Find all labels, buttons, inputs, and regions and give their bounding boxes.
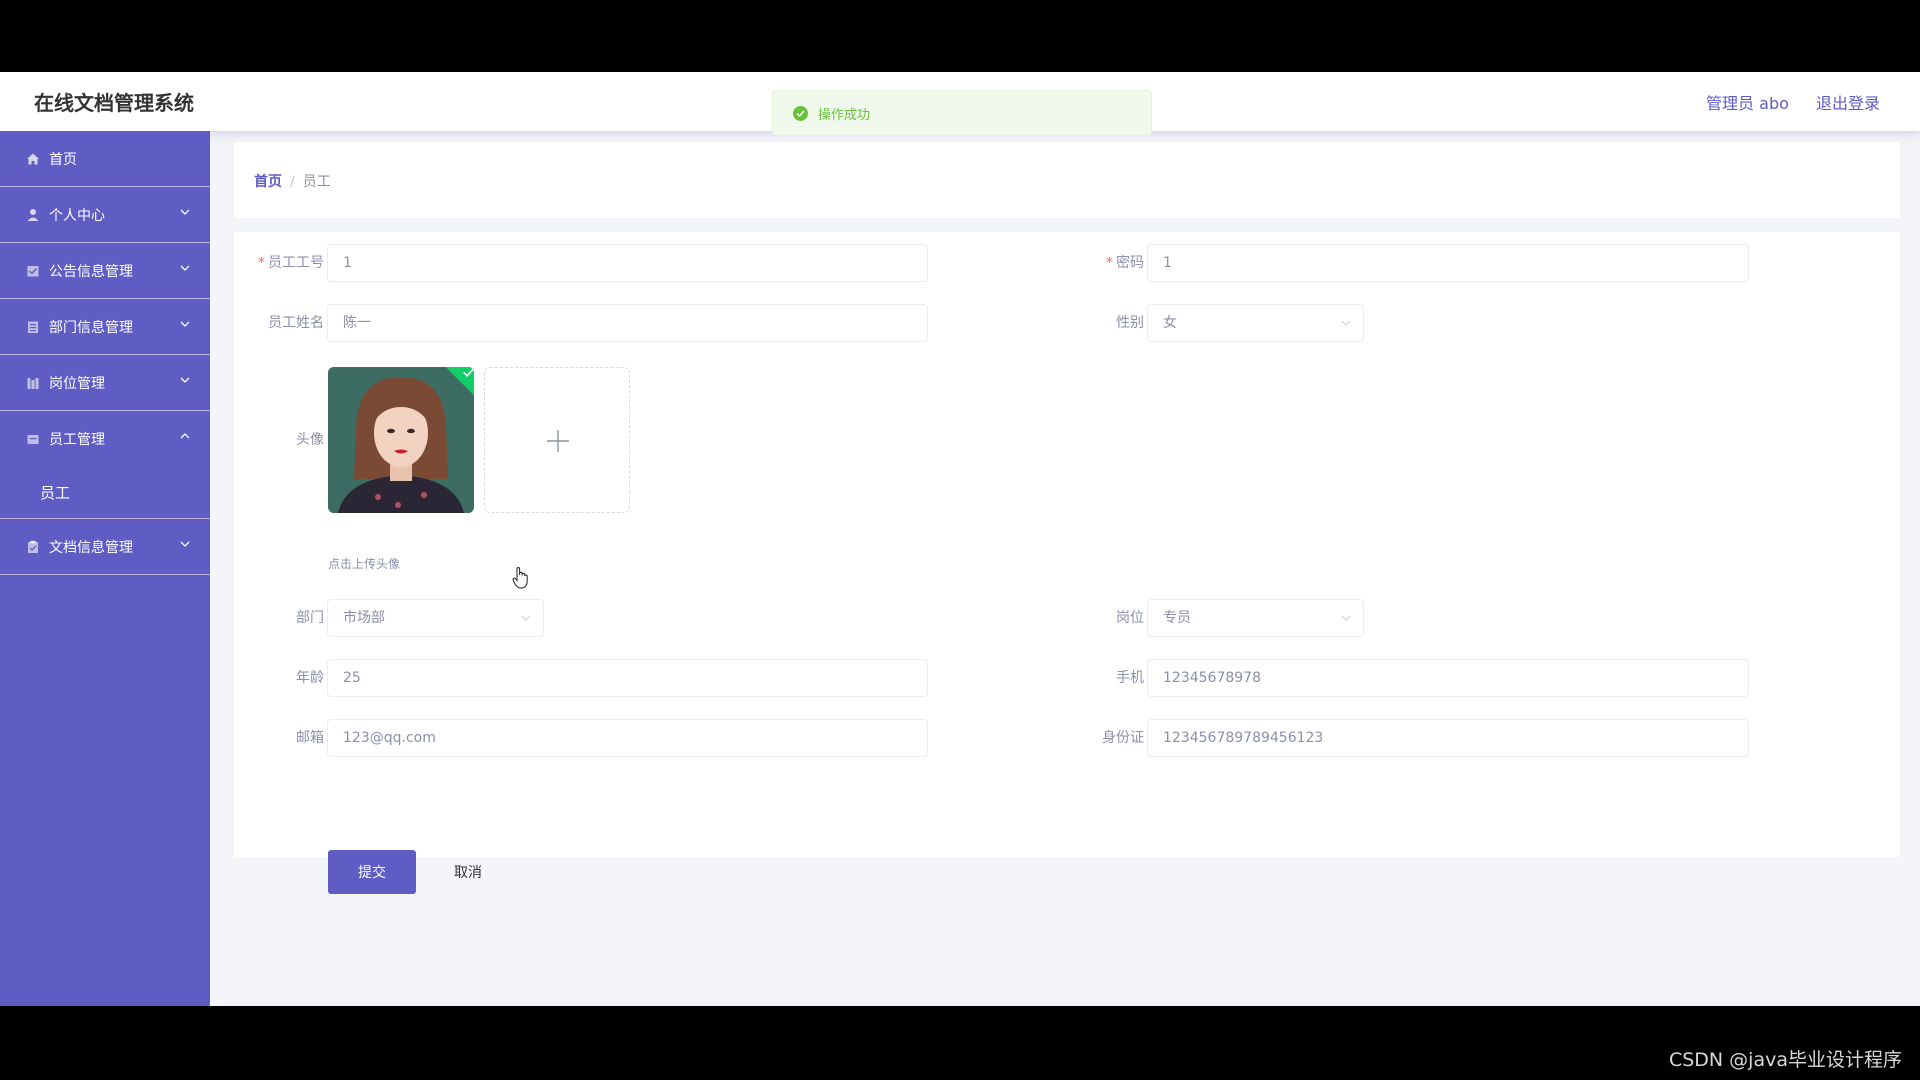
age-input[interactable]: 25 [327,659,928,697]
breadcrumb-home[interactable]: 首页 [254,174,282,190]
letterbox-top [0,0,1920,72]
success-check-icon [793,105,808,121]
chevron-down-icon [180,321,190,327]
sidebar-item-home[interactable]: 首页 [0,131,210,187]
gender-select[interactable]: 女 [1147,304,1364,342]
sidebar-subitem-label: 员工 [40,484,71,502]
department-label: 部门 [296,610,324,626]
logout-link[interactable]: 退出登录 [1816,94,1880,113]
user-icon [27,208,39,221]
position-label: 岗位 [1116,610,1144,626]
sidebar-item-employee-management[interactable]: 员工管理 [0,411,210,467]
toast-message: 操作成功 [818,107,871,123]
sidebar-item-notice-management[interactable]: 公告信息管理 [0,243,210,299]
sidebar-item-label: 部门信息管理 [49,319,133,336]
submit-button[interactable]: 提交 [328,850,416,894]
watermark: CSDN @java毕业设计程序 [1668,1049,1902,1071]
phone-label: 手机 [1116,670,1144,686]
success-toast: 操作成功 [772,90,1152,136]
gender-select-value: 女 [1163,315,1177,331]
phone-input[interactable]: 12345678978 [1147,659,1749,697]
app-title: 在线文档管理系统 [34,91,194,115]
plus-icon [547,430,569,452]
employee-icon [27,435,39,444]
check-icon [463,368,474,377]
email-label: 邮箱 [296,730,324,746]
sidebar-item-label: 文档信息管理 [49,539,133,556]
avatar-photo [328,367,474,513]
department-select[interactable]: 市场部 [327,599,544,637]
avatar-upload-tip: 点击上传头像 [328,557,401,571]
chevron-down-icon [180,265,190,271]
email-input[interactable]: 123@qq.com [327,719,928,757]
breadcrumb: 首页 / 员工 [254,171,331,191]
sidebar-subitem-employee[interactable]: 员工 [0,467,210,519]
password-label: * 密码 [1106,255,1144,271]
hand-cursor-icon [512,566,528,589]
employee-no-label: * 员工工号 [258,255,324,271]
chevron-down-icon [1341,615,1351,621]
name-label: 员工姓名 [268,315,324,331]
sidebar-menu: 首页 个人中心 公告信息管理 部门信息管理 岗位管理 员工管理 员工 文档信息管… [0,131,210,1006]
app-window: 在线文档管理系统 管理员 abo 退出登录 操作成功 首页 个人中心 公告信息管… [0,72,1920,1006]
employee-form: * 员工工号 1 * 密码 1 员工姓名 陈一 性别 女 头像 点击上传头像 部… [234,232,1900,894]
chevron-down-icon [180,541,190,547]
sidebar-item-label: 公告信息管理 [49,263,133,280]
sidebar-item-label: 首页 [49,151,77,168]
id-card-label: 身份证 [1102,730,1144,746]
sidebar-item-position-management[interactable]: 岗位管理 [0,355,210,411]
breadcrumb-current: 员工 [302,174,331,190]
password-input[interactable]: 1 [1147,244,1749,282]
avatar-upload-button[interactable] [484,367,630,513]
chevron-down-icon [180,377,190,383]
breadcrumb-card: 首页 / 员工 [234,142,1900,218]
name-input[interactable]: 陈一 [327,304,928,342]
cancel-button[interactable]: 取消 [424,850,512,894]
sidebar-item-department-management[interactable]: 部门信息管理 [0,299,210,355]
letterbox-bottom [0,1006,1920,1080]
required-mark: * [258,255,265,271]
department-select-value: 市场部 [343,610,385,626]
sidebar-item-label: 岗位管理 [49,375,105,392]
avatar-thumbnail[interactable] [328,367,474,513]
sidebar-item-label: 员工管理 [49,432,105,448]
current-user-label: 管理员 abo [1706,94,1789,113]
chevron-up-icon [180,433,190,439]
avatar-label: 头像 [296,432,324,448]
sidebar-item-label: 个人中心 [49,207,105,224]
notice-icon [27,265,39,276]
chevron-down-icon [1341,320,1351,326]
department-icon [28,321,38,333]
breadcrumb-separator: / [290,174,295,190]
sidebar-item-document-management[interactable]: 文档信息管理 [0,519,210,575]
chevron-down-icon [521,615,531,621]
document-icon [28,540,38,553]
required-mark: * [1106,255,1113,271]
position-select-value: 专员 [1163,610,1191,626]
home-icon [27,153,39,164]
header-user-area: 管理员 abo 退出登录 [1684,90,1880,114]
position-select[interactable]: 专员 [1147,599,1364,637]
gender-label: 性别 [1116,315,1144,331]
id-card-input[interactable]: 123456789789456123 [1147,719,1749,757]
age-label: 年龄 [296,670,324,686]
employee-no-input[interactable]: 1 [327,244,928,282]
position-icon [27,377,39,389]
chevron-down-icon [180,209,190,215]
sidebar-item-personal-center[interactable]: 个人中心 [0,187,210,243]
